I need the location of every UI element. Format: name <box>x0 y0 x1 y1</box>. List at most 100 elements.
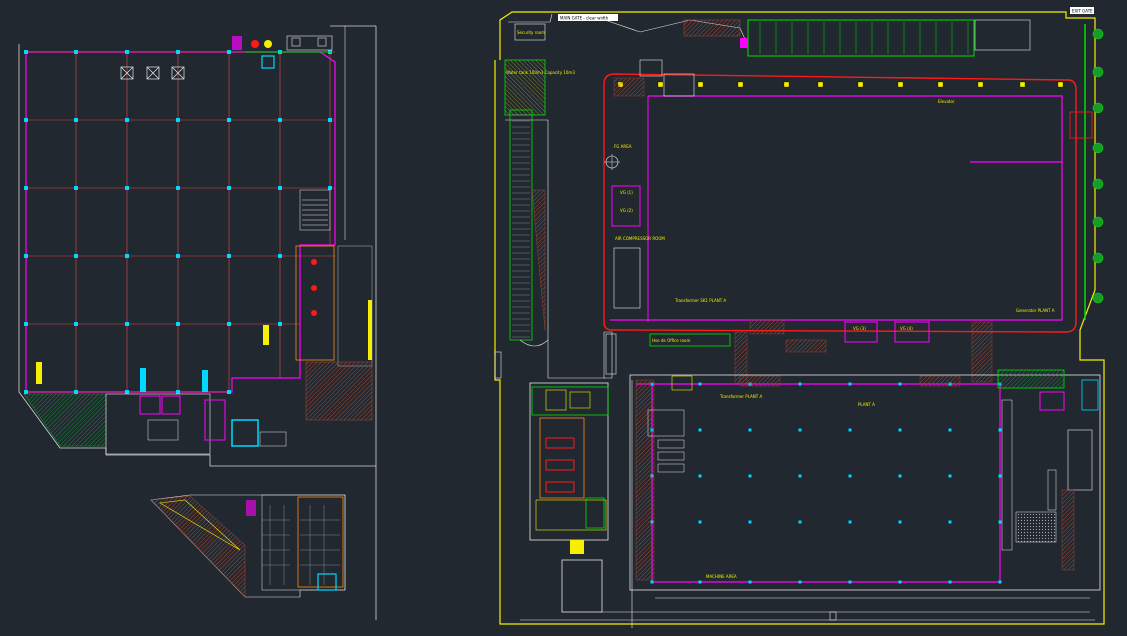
column <box>227 50 231 54</box>
column <box>898 474 902 478</box>
column <box>24 118 28 122</box>
column <box>948 428 952 432</box>
column <box>176 118 180 122</box>
column <box>748 580 752 584</box>
fg-area-label: FG AREA <box>614 144 632 149</box>
column <box>278 186 282 190</box>
gate-labels: MAIN GATE - clear width EXIT GATE <box>558 7 1094 21</box>
top-parking-canopy <box>604 19 1031 57</box>
column <box>278 118 282 122</box>
column <box>857 81 864 88</box>
column <box>848 382 852 386</box>
column <box>24 254 28 258</box>
column <box>125 118 129 122</box>
column <box>798 474 802 478</box>
staircase <box>299 189 331 231</box>
column <box>998 580 1002 584</box>
column <box>698 474 702 478</box>
column <box>898 428 902 432</box>
generator-label: Generator PLANT A <box>1016 308 1055 313</box>
air-compressor-label: AIR COMPRESSOR ROOM <box>615 236 665 241</box>
column <box>74 322 78 326</box>
column <box>74 390 78 394</box>
column <box>948 520 952 524</box>
column <box>125 186 129 190</box>
column <box>125 322 129 326</box>
tree-icon <box>1092 292 1104 304</box>
structural-grid <box>26 51 335 393</box>
vg-3-label: VG (3) <box>853 326 866 331</box>
column <box>24 50 28 54</box>
column <box>698 382 702 386</box>
column <box>278 322 282 326</box>
column <box>278 254 282 258</box>
column <box>227 322 231 326</box>
production-block: Transformer PLANT A PLANT A MACHINE AREA <box>629 369 1101 591</box>
right-site-plan: MAIN GATE - clear width EXIT GATE Securi… <box>494 7 1105 628</box>
roof-equipment <box>120 66 185 80</box>
column <box>657 81 664 88</box>
column <box>898 580 902 584</box>
column <box>328 186 332 190</box>
column <box>74 254 78 258</box>
column <box>176 254 180 258</box>
lower-parking-plan <box>150 494 346 598</box>
column <box>817 81 824 88</box>
column <box>898 520 902 524</box>
fg-labels: FG AREA Elevator AIR COMPRESSOR ROOM VG … <box>604 99 1055 331</box>
transformer-2-label: Transformer PLANT A <box>719 394 762 399</box>
column <box>848 428 852 432</box>
vg-4-label: VG (4) <box>900 326 913 331</box>
column <box>977 81 984 88</box>
column <box>227 186 231 190</box>
column <box>176 322 180 326</box>
landscape-wedge <box>23 393 107 447</box>
column <box>748 474 752 478</box>
column <box>74 118 78 122</box>
security-room-label: Security room <box>517 30 545 35</box>
column <box>848 580 852 584</box>
column <box>897 81 904 88</box>
column <box>24 186 28 190</box>
column <box>998 474 1002 478</box>
column <box>176 186 180 190</box>
loading-bays <box>295 245 373 367</box>
vg-1-label: VG (1) <box>620 190 633 195</box>
machine-label: MACHINE AREA <box>706 574 737 579</box>
column <box>737 81 744 88</box>
hse-office-label: Hse de Office room <box>652 338 690 343</box>
column <box>125 50 129 54</box>
tree-icon <box>1092 178 1104 190</box>
column <box>176 390 180 394</box>
column <box>125 254 129 258</box>
column <box>24 390 28 394</box>
column <box>783 81 790 88</box>
column <box>125 390 129 394</box>
column <box>227 254 231 258</box>
column <box>24 322 28 326</box>
utility-block <box>529 331 613 613</box>
column <box>798 428 802 432</box>
tree-icon <box>1092 28 1104 40</box>
column <box>937 81 944 88</box>
column <box>698 428 702 432</box>
column <box>176 50 180 54</box>
top-equipment <box>232 35 333 69</box>
column <box>1057 81 1064 88</box>
exit-gate-label: EXIT GATE <box>1072 9 1093 14</box>
column <box>650 580 654 584</box>
column <box>898 382 902 386</box>
column <box>748 428 752 432</box>
water-tank-label: Water tank 100m3 Capacity 10m3 <box>506 70 575 75</box>
tree-icon <box>1092 66 1104 78</box>
tree-icon <box>1092 252 1104 264</box>
column <box>948 474 952 478</box>
left-building-plan <box>18 25 377 620</box>
column <box>1019 81 1026 88</box>
column <box>227 390 231 394</box>
site-boundary <box>494 11 1105 625</box>
column <box>798 580 802 584</box>
column <box>227 118 231 122</box>
column <box>697 81 704 88</box>
elevator-label: Elevator <box>938 99 955 104</box>
